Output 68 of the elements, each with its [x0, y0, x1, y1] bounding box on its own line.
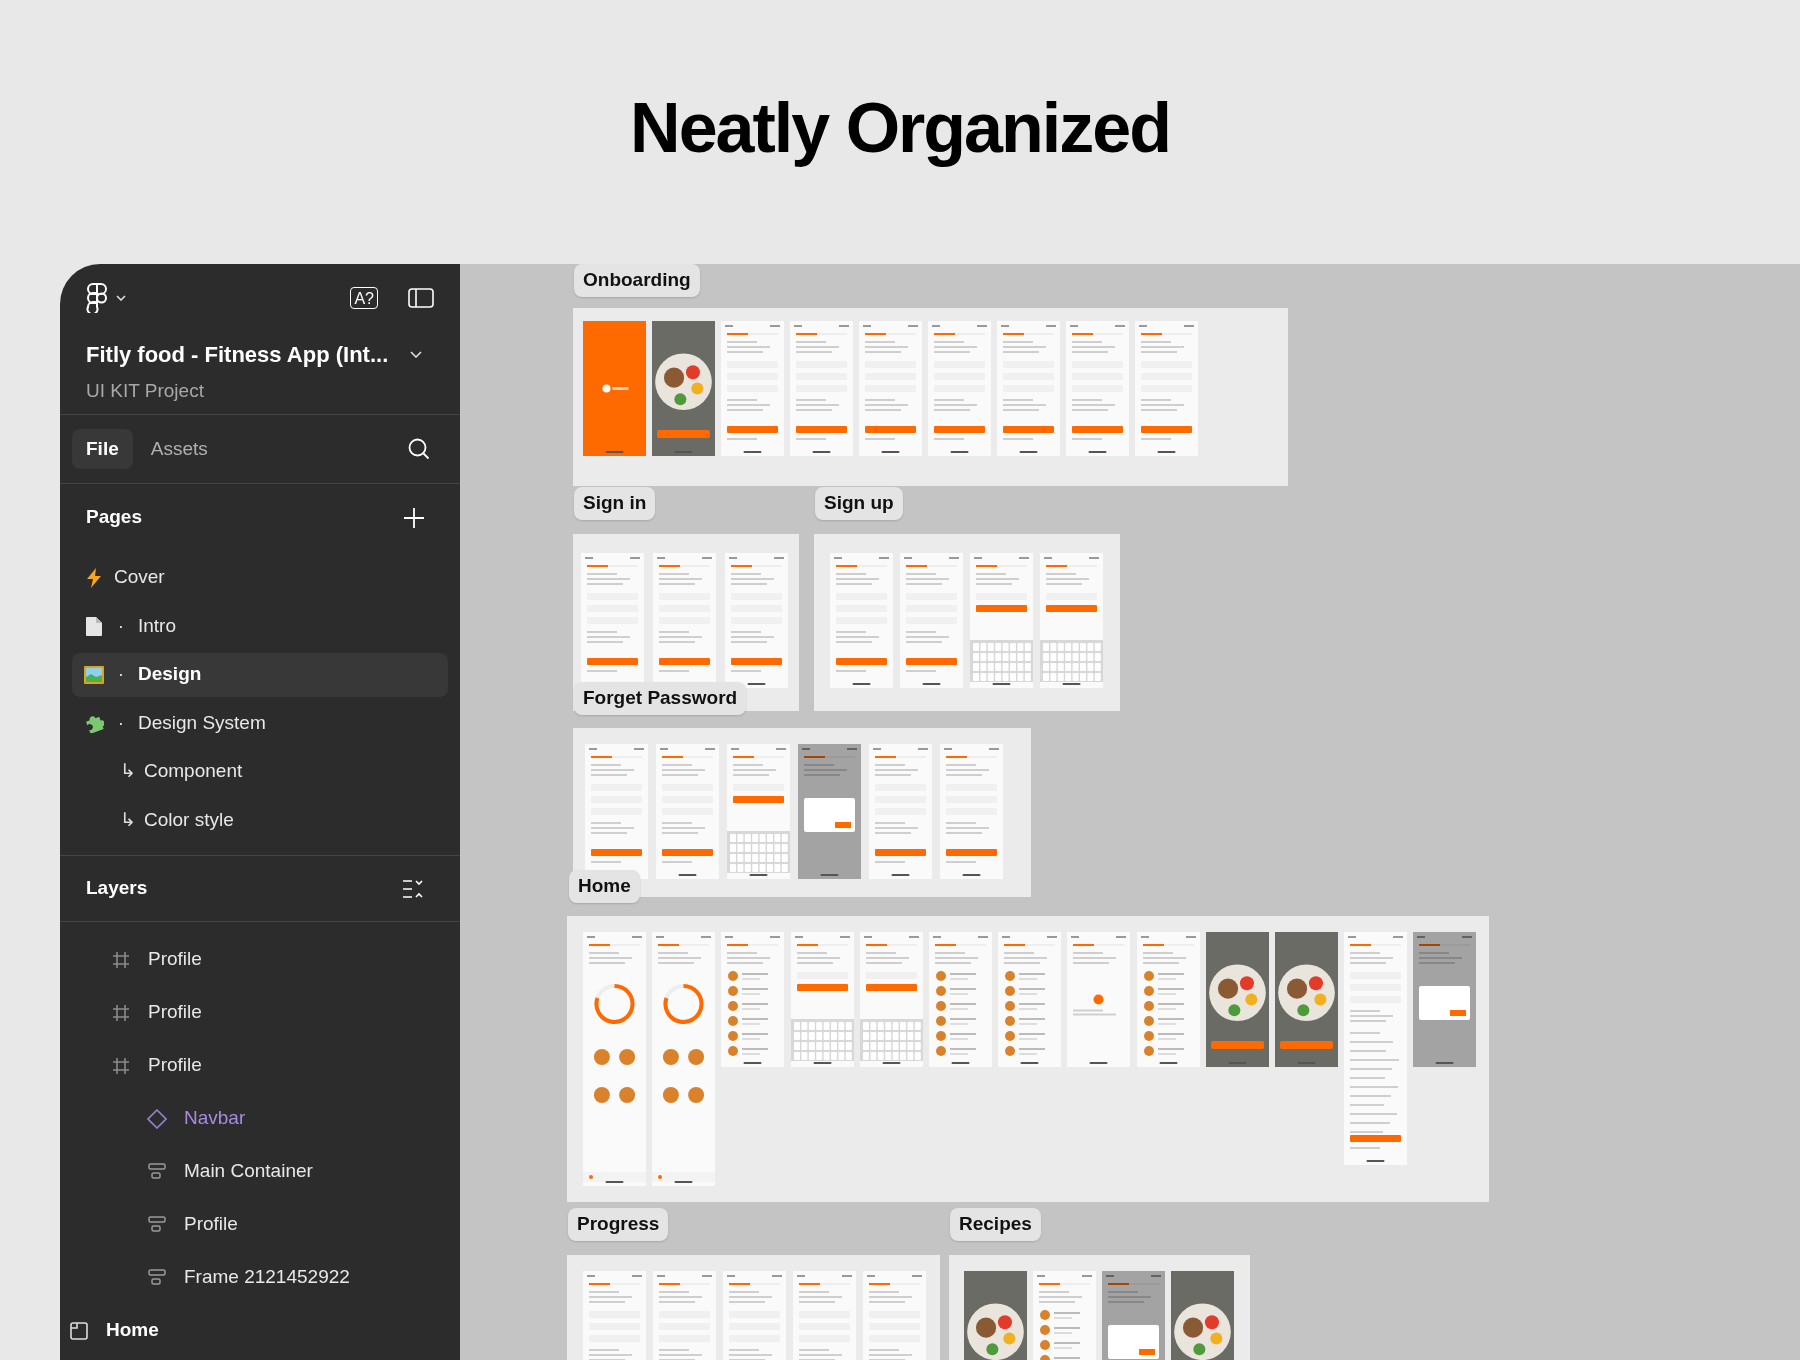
headline: Neatly Organized — [630, 87, 1170, 169]
layer-item[interactable]: Main Container — [60, 1145, 460, 1198]
layer-name: Navbar — [184, 1106, 246, 1131]
tab[interactable]: Assets — [136, 429, 222, 469]
page-name: Cover — [114, 565, 165, 590]
panel-toggle-icon[interactable] — [408, 288, 434, 308]
diamond-icon — [147, 1108, 167, 1129]
page-item[interactable]: ↳ Color style — [72, 798, 448, 842]
section-label[interactable]: Sign up — [815, 487, 903, 520]
layer-item[interactable]: Profile — [60, 986, 460, 1039]
section-label[interactable]: Forget Password — [574, 682, 747, 715]
search-icon[interactable] — [408, 438, 430, 460]
page-name: Design System — [138, 710, 266, 735]
layer-item[interactable]: Profile — [60, 1039, 460, 1092]
layer-item[interactable]: Profile — [60, 1198, 460, 1251]
section-label[interactable]: Progress — [568, 1208, 669, 1241]
bullet-marker: · — [116, 662, 126, 687]
layer-item[interactable]: Frame 2121452922 — [60, 1251, 460, 1304]
stack-layout-icon — [148, 1163, 166, 1180]
page-item[interactable]: · Intro — [72, 604, 448, 648]
layer-item[interactable]: Navbar — [60, 1092, 460, 1145]
section-heading: Pages — [86, 505, 143, 530]
layer-name: Profile — [184, 1212, 238, 1237]
bullet-marker: ↳ — [120, 759, 134, 784]
layer-name: Profile — [148, 947, 202, 972]
layer-item[interactable]: Home — [60, 1304, 460, 1357]
bullet-marker: · — [116, 613, 126, 638]
frame-grid-icon — [113, 951, 129, 968]
page-name: Design — [138, 662, 202, 687]
main-menu-button[interactable] — [86, 283, 126, 313]
collapse-layers-icon[interactable] — [402, 878, 424, 899]
section-label[interactable]: Recipes — [950, 1208, 1041, 1241]
layer-name: Profile — [148, 1053, 202, 1078]
page-item[interactable]: ↳ Component — [72, 749, 448, 794]
framed-picture-icon — [84, 665, 104, 684]
layer-item[interactable]: Profile — [60, 933, 460, 986]
page-item[interactable]: Cover — [72, 555, 448, 600]
layer-name: Main Container — [184, 1159, 313, 1184]
lightning-icon — [86, 567, 102, 588]
bullet-marker: ↳ — [120, 807, 134, 832]
project-subtitle: UI KIT Project — [86, 379, 205, 404]
section-label[interactable]: Home — [569, 870, 640, 903]
page-item[interactable]: · Design — [72, 652, 448, 697]
add-icon[interactable] — [404, 507, 424, 528]
page-item[interactable]: · Design System — [72, 701, 448, 745]
section-label[interactable]: Onboarding — [574, 264, 700, 297]
stack-layout-icon — [148, 1216, 166, 1233]
frame-grid-icon — [113, 1004, 129, 1021]
stack-layout-icon — [148, 1269, 166, 1286]
bullet-marker: · — [116, 710, 126, 735]
chevron-icon[interactable] — [410, 351, 422, 359]
section-label[interactable]: Sign in — [574, 487, 656, 520]
frame-grid-icon — [113, 1057, 129, 1074]
page-name: Component — [144, 759, 243, 784]
puzzle-piece-icon — [84, 713, 104, 733]
document-icon — [86, 616, 102, 636]
page-name: Color style — [144, 807, 234, 832]
layer-name: Profile — [148, 1000, 202, 1025]
layer-name: Home — [106, 1318, 159, 1343]
translate-button[interactable]: A? — [350, 287, 378, 309]
logo-icon — [86, 283, 108, 313]
chevron-icon — [116, 295, 126, 301]
section-heading: Layers — [86, 876, 149, 901]
section-icon — [70, 1321, 88, 1340]
project-title[interactable]: Fitly food - Fitness App (Int... — [86, 338, 410, 372]
page-name: Intro — [138, 613, 177, 638]
tab[interactable]: File — [72, 429, 133, 469]
layer-name: Frame 2121452922 — [184, 1265, 350, 1290]
